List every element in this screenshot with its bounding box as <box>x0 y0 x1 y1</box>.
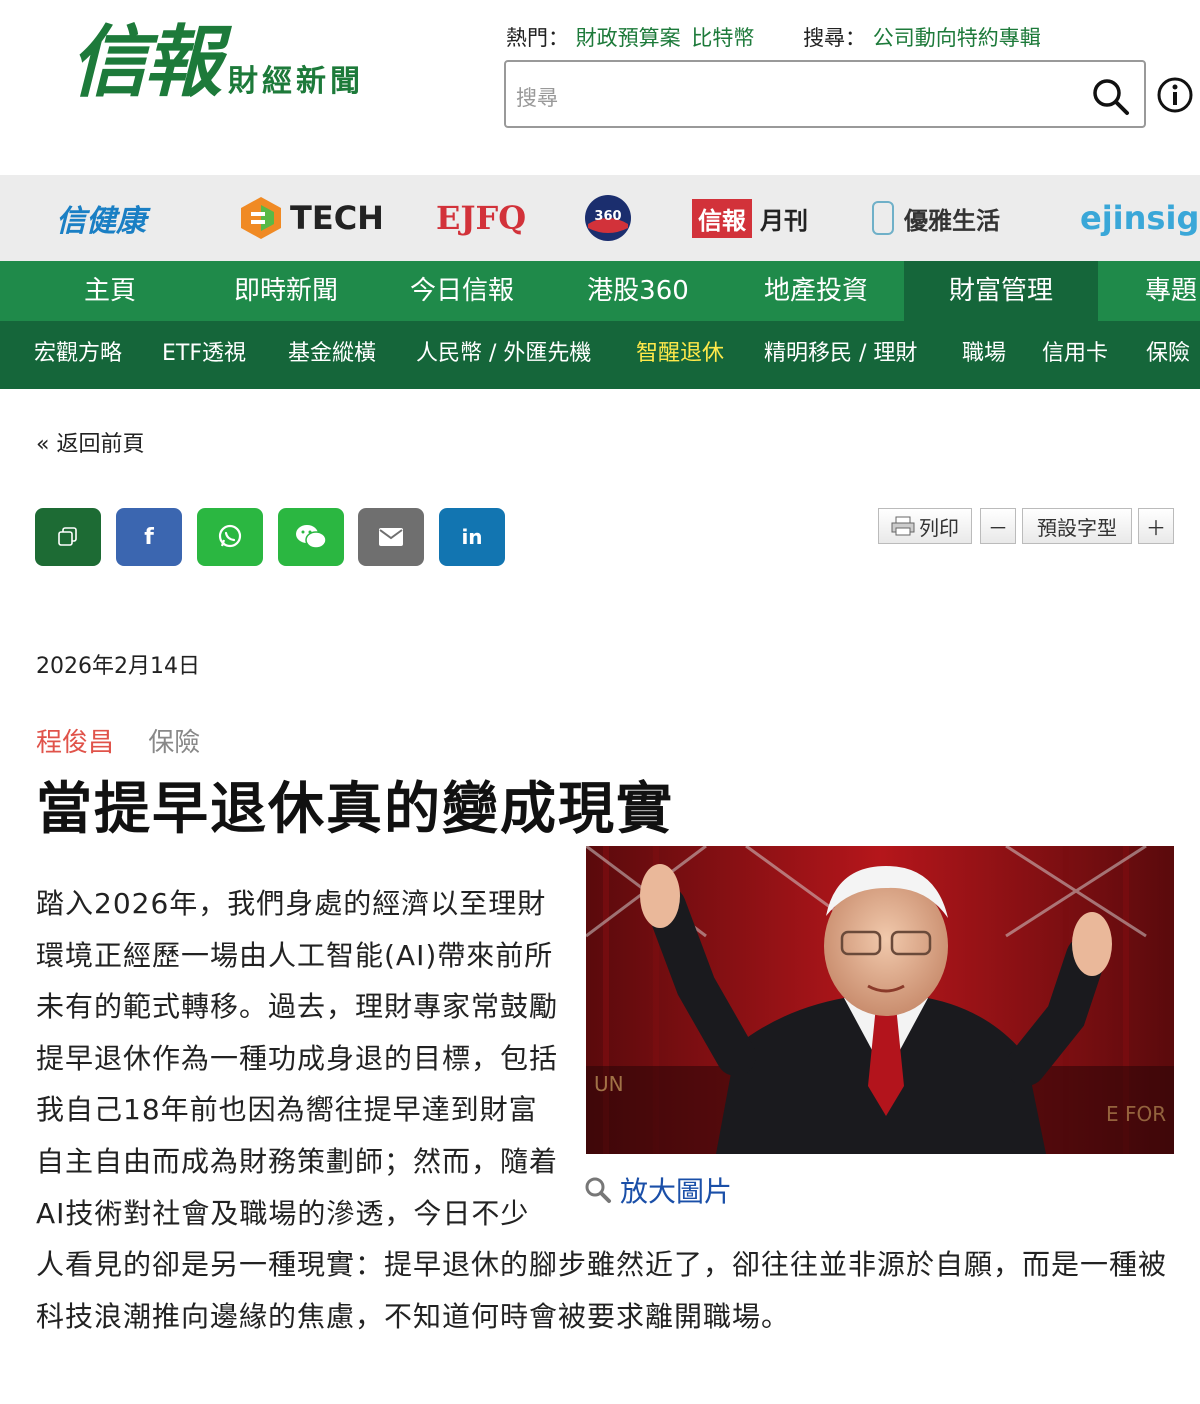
article-title: 當提早退休真的變成現實 <box>36 777 674 842</box>
font-decrease-button[interactable]: － <box>980 508 1016 544</box>
article-date: 2026年2月14日 <box>36 654 200 679</box>
subnav-insurance[interactable]: 保險 <box>1146 321 1190 389</box>
print-button[interactable]: 列印 <box>878 508 972 544</box>
author-link[interactable]: 程俊昌 <box>36 728 114 758</box>
whatsapp-icon <box>218 524 242 548</box>
email-share-button[interactable] <box>358 508 424 566</box>
search-label: 搜尋： <box>803 26 867 50</box>
brand-tech[interactable]: TECH <box>238 175 384 261</box>
elegant-logo-icon <box>872 201 894 235</box>
print-label: 列印 <box>919 515 959 540</box>
brand-monthly[interactable]: 信報 月刊 <box>692 175 808 261</box>
photo-spacer <box>558 878 1168 1223</box>
font-increase-button[interactable]: ＋ <box>1138 508 1174 544</box>
subnav-macro[interactable]: 宏觀方略 <box>34 321 122 389</box>
logo-main-text: 信報 <box>70 17 222 108</box>
wechat-icon <box>296 525 327 549</box>
brand-ejinsight-label: ejinsight <box>1080 199 1200 237</box>
linkedin-icon: in <box>461 525 483 549</box>
subnav-workplace[interactable]: 職場 <box>962 321 1006 389</box>
brand-elegant-living[interactable]: 優雅生活 <box>872 175 1000 261</box>
subnav-migration[interactable]: 精明移民 / 理財 <box>764 321 917 389</box>
wechat-share-button[interactable] <box>278 508 344 566</box>
subnav-retirement[interactable]: 智醒退休 <box>636 321 724 389</box>
search-icon[interactable] <box>1090 76 1130 116</box>
brand-monthly-mark: 信報 <box>692 198 752 238</box>
search-placeholder: 搜尋 <box>516 86 558 110</box>
nav-features[interactable]: 專題 <box>1126 261 1200 321</box>
info-icon[interactable] <box>1156 76 1194 114</box>
article-byline: 程俊昌 保險 <box>36 722 200 759</box>
linkedin-share-button[interactable]: in <box>439 508 505 566</box>
hot-link-bitcoin[interactable]: 比特幣 <box>691 26 754 50</box>
brand-elegant-label: 優雅生活 <box>904 206 1000 235</box>
font-default-button[interactable]: 預設字型 <box>1022 508 1132 544</box>
nav-home[interactable]: 主頁 <box>40 261 180 321</box>
hot-topics-row: 熱門： 財政預算案 比特幣 搜尋： 公司動向特約專輯 <box>506 22 1045 52</box>
tech-logo-icon <box>241 197 281 239</box>
whatsapp-share-button[interactable] <box>197 508 263 566</box>
subnav-etf[interactable]: ETF透視 <box>162 321 246 389</box>
brand-health[interactable]: 信健康 <box>56 175 146 261</box>
subnav-funds[interactable]: 基金縱橫 <box>288 321 376 389</box>
brand-ejfq[interactable]: EJFQ <box>436 175 526 261</box>
email-icon <box>379 528 403 546</box>
article-body: 踏入2026年，我們身處的經濟以至理財環境正經歷一場由人工智能(AI)帶來前所未… <box>36 878 1168 1342</box>
brand-health-label: 信健康 <box>56 204 146 239</box>
brand-tech-label: TECH <box>290 199 384 237</box>
copy-link-button[interactable] <box>35 508 101 566</box>
brand-monthly-label: 月刊 <box>760 206 808 235</box>
brand-ejfq-label: EJFQ <box>436 199 527 237</box>
subnav-credit-card[interactable]: 信用卡 <box>1042 321 1108 389</box>
site-logo[interactable]: 信報 財經新聞 <box>70 18 364 108</box>
brand-bar: 信健康 TECH EJFQ 360 信報 月刊 優雅生活 ejinsight <box>0 175 1200 261</box>
nav-wealth-management[interactable]: 財富管理 <box>904 261 1098 321</box>
hot-label: 熱門： <box>506 26 569 50</box>
copy-icon <box>58 527 77 546</box>
category-link[interactable]: 保險 <box>148 728 200 758</box>
brand-ejinsight[interactable]: ejinsight <box>1080 175 1200 261</box>
hot-link-budget[interactable]: 財政預算案 <box>576 26 681 50</box>
sub-nav: 宏觀方略 ETF透視 基金縱橫 人民幣 / 外匯先機 智醒退休 精明移民 / 理… <box>0 321 1200 389</box>
main-nav: 主頁 即時新聞 今日信報 港股360 地產投資 財富管理 專題 <box>0 261 1200 321</box>
brand-hk360[interactable]: 360 <box>584 175 632 261</box>
back-link[interactable]: « 返回前頁 <box>36 426 144 458</box>
facebook-share-button[interactable]: f <box>116 508 182 566</box>
nav-today[interactable]: 今日信報 <box>392 261 532 321</box>
site-header: 信報 財經新聞 熱門： 財政預算案 比特幣 搜尋： 公司動向特約專輯 搜尋 <box>0 0 1200 175</box>
nav-instant-news[interactable]: 即時新聞 <box>216 261 356 321</box>
svg-text:360: 360 <box>594 209 621 224</box>
nav-property[interactable]: 地產投資 <box>746 261 886 321</box>
printer-icon <box>891 516 915 536</box>
facebook-icon: f <box>144 524 154 550</box>
subnav-rmb-fx[interactable]: 人民幣 / 外匯先機 <box>416 321 591 389</box>
logo-sub-text: 財經新聞 <box>228 64 365 99</box>
search-suggest-link[interactable]: 公司動向特約專輯 <box>873 26 1041 50</box>
nav-hk360[interactable]: 港股360 <box>568 261 708 321</box>
hk360-logo-icon: 360 <box>585 195 631 241</box>
search-input[interactable]: 搜尋 <box>504 60 1146 128</box>
